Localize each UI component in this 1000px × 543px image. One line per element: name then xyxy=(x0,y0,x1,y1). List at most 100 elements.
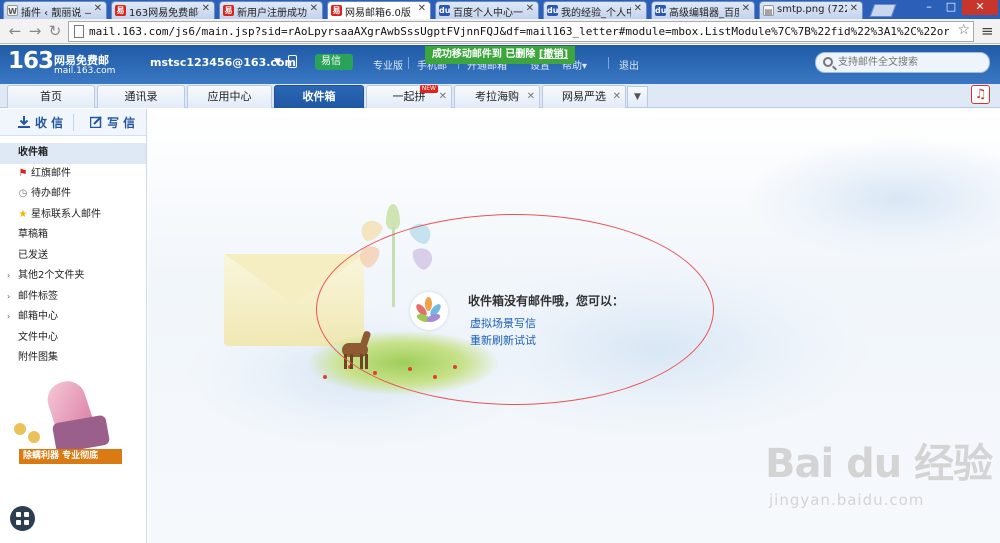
yixin-button[interactable]: 易信 xyxy=(315,54,353,70)
close-icon[interactable]: ✕ xyxy=(310,3,318,14)
browser-tab-title: 新用户注册成功- xyxy=(237,8,307,19)
highlight-annotation xyxy=(316,214,714,405)
sidebar-item-label: 草稿箱 xyxy=(18,229,48,240)
reload-icon[interactable]: ↻ xyxy=(46,22,64,40)
pencil-icon xyxy=(90,116,102,128)
folder-list: 收件箱 ⚑ 红旗邮件 ◷ 待办邮件 ★ 星标联系人邮件 草稿箱 已发送 › 其他2个文件… xyxy=(0,143,146,369)
sidebar-item-attachments[interactable]: 附件图集 xyxy=(0,348,146,369)
chevron-down-icon[interactable]: ▼ xyxy=(627,86,648,108)
clock-icon: ◷ xyxy=(18,188,28,199)
wordpress-icon: W xyxy=(7,5,18,16)
search-icon[interactable] xyxy=(823,57,833,67)
logo-domain: mail.163.com xyxy=(54,66,116,76)
mail-header: 163 网易免费邮 mail.163.com mstsc123456@163.c… xyxy=(0,45,1000,84)
window-close-button[interactable]: ✕ xyxy=(962,0,998,15)
sidebar-actions: 收 信 写 信 xyxy=(0,109,146,136)
baidu-jingyan-watermark: Bai du 经验 jingyan.baidu.com xyxy=(765,431,1000,521)
compose-label: 写 信 xyxy=(107,116,136,130)
sidebar-item-file-center[interactable]: 文件中心 xyxy=(0,328,146,349)
tab-inbox[interactable]: 收件箱 xyxy=(274,85,364,108)
close-icon[interactable]: ✕ xyxy=(94,3,102,14)
browser-tab-title: 我的经验_个人中 xyxy=(561,8,631,19)
tab-label: 收件箱 xyxy=(302,90,336,103)
phone-icon[interactable] xyxy=(288,55,297,68)
compose-button[interactable]: 写 信 xyxy=(90,114,135,131)
tab-home[interactable]: 首页 xyxy=(7,85,95,108)
sidebar-item-sent[interactable]: 已发送 xyxy=(0,246,146,267)
close-icon[interactable]: ✕ xyxy=(634,3,642,14)
toast-message: 成功移动邮件到 已删除 xyxy=(431,49,536,60)
grid-dot xyxy=(24,512,29,517)
close-icon[interactable]: ✕ xyxy=(439,86,447,108)
close-icon[interactable]: ✕ xyxy=(418,3,426,14)
browser-tab[interactable]: du 高级编辑器_百度 ✕ xyxy=(651,1,755,19)
browser-tab[interactable]: 易 新用户注册成功- ✕ xyxy=(219,1,323,19)
chevron-right-icon[interactable]: › xyxy=(7,307,10,328)
back-arrow-icon[interactable]: ← xyxy=(6,22,24,40)
flower-decoration xyxy=(14,423,26,435)
download-icon xyxy=(18,116,30,128)
app-grid-button[interactable] xyxy=(10,506,35,531)
tab-kaola[interactable]: 考拉海购 ✕ xyxy=(454,85,540,108)
chevron-right-icon[interactable]: › xyxy=(7,266,10,287)
star-icon: ★ xyxy=(18,208,28,220)
new-tab-button[interactable] xyxy=(869,4,897,17)
browser-tab[interactable]: du 百度个人中心一 ✕ xyxy=(435,1,539,19)
browser-tab[interactable]: W 插件 ‹ 靓丽说 — ✕ xyxy=(3,1,107,19)
bookmark-star-icon[interactable]: ☆ xyxy=(957,22,970,38)
sidebar-item-label: 文件中心 xyxy=(18,331,58,343)
browser-tab-title: 高级编辑器_百度 xyxy=(669,8,739,19)
close-icon[interactable]: ✕ xyxy=(742,3,750,14)
logo-number[interactable]: 163 xyxy=(8,48,54,74)
close-icon[interactable]: ✕ xyxy=(202,3,210,14)
music-icon[interactable]: ♫ xyxy=(971,85,990,104)
close-icon[interactable]: ✕ xyxy=(527,86,535,108)
vacuum-ad-banner[interactable]: 除螨利器 专业彻底 xyxy=(14,376,122,466)
maximize-button[interactable]: □ xyxy=(940,0,962,15)
sidebar-item-tags[interactable]: › 邮件标签 xyxy=(0,287,146,308)
close-icon[interactable]: ✕ xyxy=(613,86,621,108)
tab-yanxuan[interactable]: 网易严选 ✕ xyxy=(542,85,626,108)
sidebar-item-label: 已发送 xyxy=(18,249,48,261)
sidebar-item-todo[interactable]: ◷ 待办邮件 xyxy=(0,184,146,205)
sidebar-item-starred-contacts[interactable]: ★ 星标联系人邮件 xyxy=(0,205,146,226)
document-icon: ▤ xyxy=(763,5,774,16)
tab-app-center[interactable]: 应用中心 xyxy=(187,85,272,108)
watermark-url: jingyan.baidu.com xyxy=(769,491,925,509)
sidebar-item-label: 收件箱 xyxy=(18,147,48,158)
pro-version-link[interactable]: 专业版 xyxy=(373,57,403,72)
close-icon[interactable]: ✕ xyxy=(850,3,858,14)
browser-tab-title: 163网易免费邮一 xyxy=(129,8,199,19)
chevron-right-icon[interactable]: › xyxy=(7,287,10,308)
tab-pinduoduo[interactable]: 一起拼 NEW ✕ xyxy=(366,85,452,108)
receive-mail-button[interactable]: 收 信 xyxy=(18,114,63,131)
browser-tab[interactable]: 易 163网易免费邮一 ✕ xyxy=(111,1,215,19)
chevron-down-icon[interactable]: ▼ xyxy=(274,57,281,67)
tab-label: 考拉海购 xyxy=(475,90,519,103)
netease-icon: 易 xyxy=(223,5,234,16)
undo-link[interactable]: [撤销] xyxy=(539,49,568,60)
grid-dot xyxy=(24,520,29,525)
browser-tab-active[interactable]: 易 网易邮箱6.0版 ✕ xyxy=(327,1,431,19)
sidebar-item-label: 星标联系人邮件 xyxy=(31,208,101,220)
browser-toolbar: ← → ↻ mail.163.com/js6/main.jsp?sid=rAoL… xyxy=(0,19,1000,44)
browser-tab[interactable]: ▤ smtp.png (722 ✕ xyxy=(759,1,863,19)
browser-menu-icon[interactable]: ≡ xyxy=(981,23,994,39)
address-bar[interactable]: mail.163.com/js6/main.jsp?sid=rAoLpyrsaa… xyxy=(68,21,974,42)
flower-decoration xyxy=(323,375,327,379)
browser-tab-title: 插件 ‹ 靓丽说 — xyxy=(21,8,91,19)
search-input[interactable] xyxy=(838,55,983,70)
sidebar-item-drafts[interactable]: 草稿箱 xyxy=(0,225,146,246)
url-text[interactable]: mail.163.com/js6/main.jsp?sid=rAoLpyrsaa… xyxy=(89,25,949,38)
sidebar-item-other-folders[interactable]: › 其他2个文件夹 xyxy=(0,266,146,287)
sidebar-item-inbox[interactable]: 收件箱 xyxy=(0,143,146,164)
minimize-button[interactable]: – xyxy=(918,0,940,15)
sidebar-item-flagged[interactable]: ⚑ 红旗邮件 xyxy=(0,164,146,185)
sidebar-item-mail-center[interactable]: › 邮箱中心 xyxy=(0,307,146,328)
sidebar-item-label: 邮件标签 xyxy=(18,290,58,302)
browser-tab[interactable]: du 我的经验_个人中 ✕ xyxy=(543,1,647,19)
close-icon[interactable]: ✕ xyxy=(526,3,534,14)
forward-arrow-icon[interactable]: → xyxy=(26,22,44,40)
logout-link[interactable]: 退出 xyxy=(619,57,639,72)
tab-contacts[interactable]: 通讯录 xyxy=(97,85,185,108)
